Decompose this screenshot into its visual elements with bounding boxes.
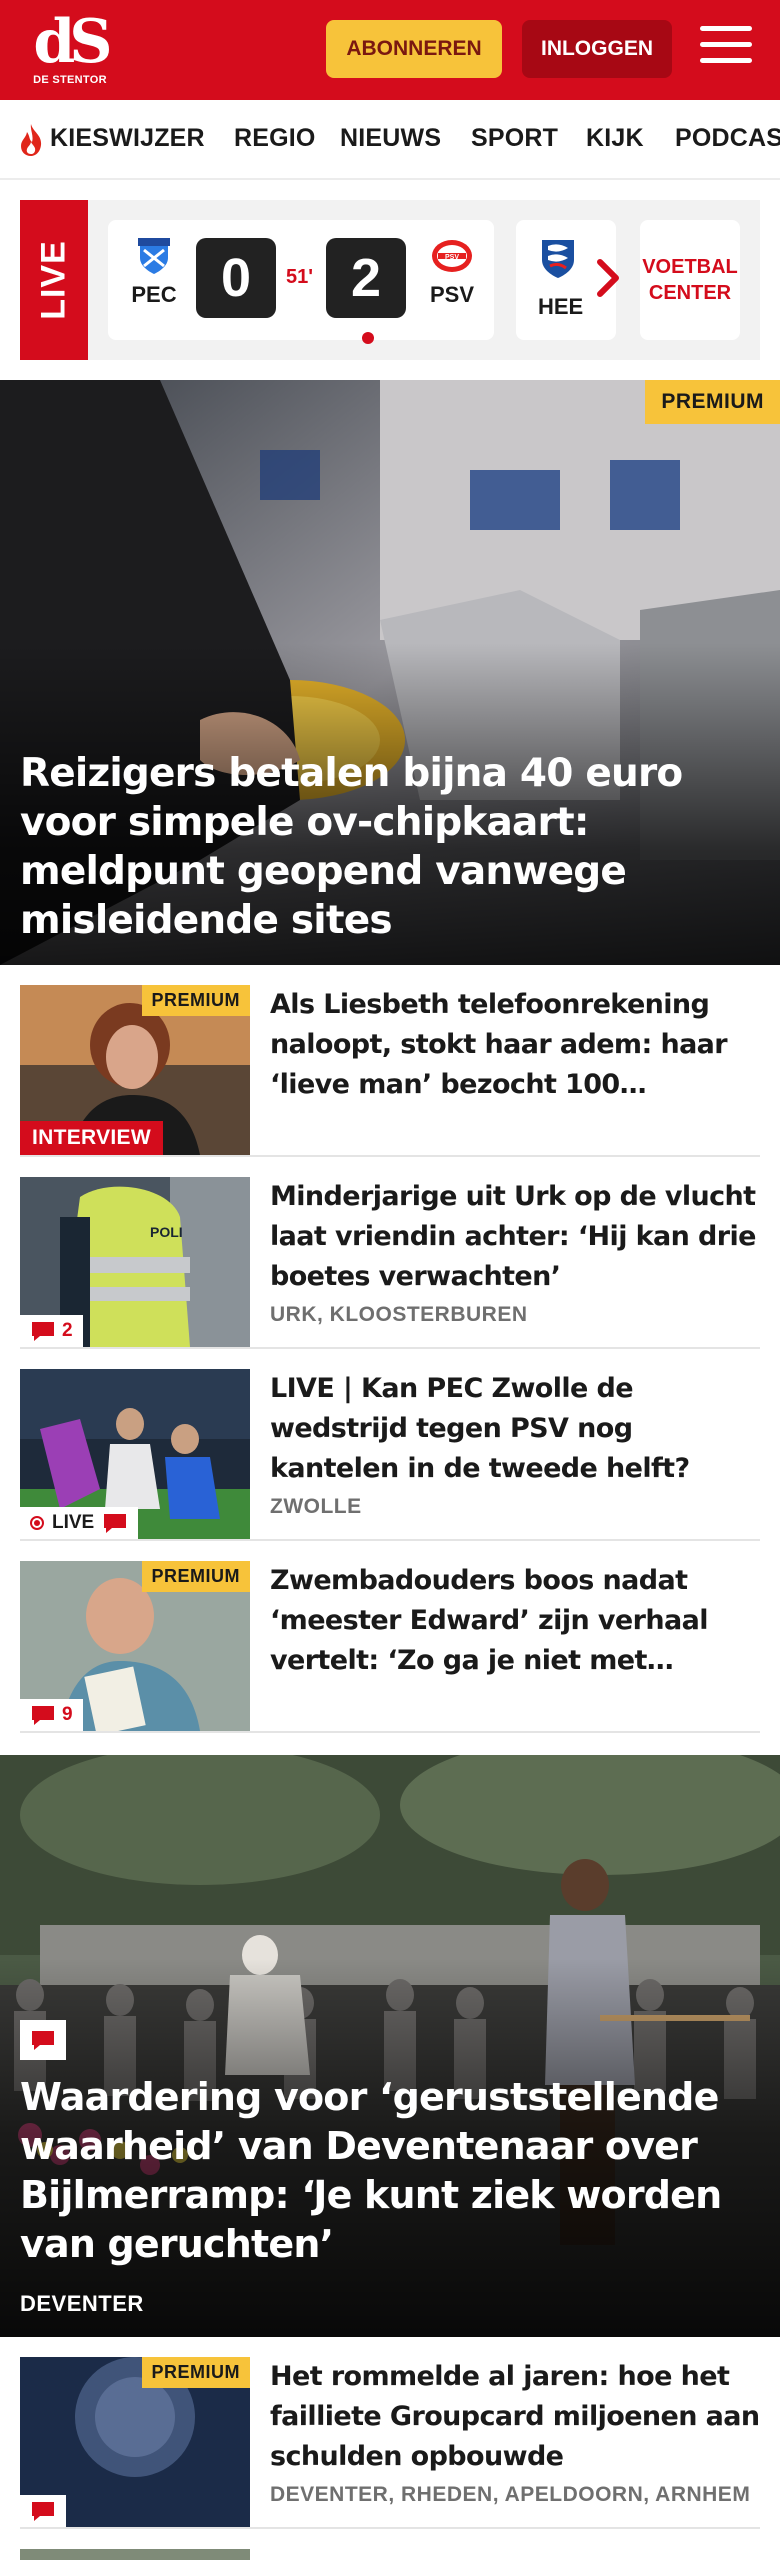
article-thumbnail: PREMIUM 9 <box>20 1561 250 1731</box>
flame-icon <box>21 124 42 156</box>
list-item[interactable]: LIVE LIVE | Kan PEC Zwolle de wedstrijd … <box>20 1349 760 1541</box>
nav-item-podcast[interactable]: PODCAST <box>675 124 780 153</box>
nav-item-nieuws[interactable]: NIEUWS <box>340 124 441 153</box>
logo-subtitle: DE STENTOR <box>33 74 107 86</box>
voetbal-center-button[interactable]: VOETBAL CENTER <box>640 220 740 340</box>
psv-crest-icon: PSV <box>432 240 472 272</box>
feature-location: DEVENTER <box>20 2291 144 2316</box>
list-item[interactable]: PREMIUM Het rommelde al jaren: hoe het f… <box>20 2337 760 2529</box>
hero-title: Reizigers betalen bijna 40 euro voor sim… <box>20 751 683 943</box>
article-thumbnail: PREMIUM INTERVIEW <box>20 985 250 1155</box>
comment-count[interactable] <box>20 2495 66 2527</box>
pec-crest-icon <box>138 238 170 274</box>
away-team: PSV PSV <box>428 236 476 308</box>
article-title: Zwembadouders boos nadat ‘meester Edward… <box>270 1565 708 1676</box>
logo-mark: dS <box>33 7 112 77</box>
svg-text:PSV: PSV <box>445 254 459 261</box>
interview-label: INTERVIEW <box>20 1121 163 1155</box>
comment-icon <box>32 2031 54 2050</box>
comment-count-value: 9 <box>62 1704 73 1725</box>
comment-count[interactable]: 2 <box>20 1315 83 1347</box>
article-thumbnail: POLI 2 <box>20 1177 250 1347</box>
article-thumbnail: LIVE <box>20 1369 250 1539</box>
nav-item-kijk[interactable]: KIJK <box>586 124 644 153</box>
live-tag: LIVE <box>20 200 88 360</box>
feature-title: Waardering voor ‘geruststellende waarhei… <box>20 2075 722 2266</box>
live-indicator-label: LIVE <box>52 1512 95 1533</box>
login-button[interactable]: INLOGGEN <box>522 20 672 78</box>
nav-item-regio[interactable]: REGIO <box>234 124 316 153</box>
away-team-name: PSV <box>429 282 475 307</box>
live-tag-label: LIVE <box>34 240 73 320</box>
goal-indicator <box>362 332 374 344</box>
comment-icon <box>32 2502 54 2521</box>
svg-text:POLI: POLI <box>150 1224 183 1240</box>
hero-article[interactable]: PREMIUM Reizigers betalen bijna 40 euro … <box>0 380 780 965</box>
article-title: Minderjarige uit Urk op de vlucht laat v… <box>270 1181 756 1292</box>
live-dot-icon <box>30 1516 44 1530</box>
comment-count-value: 2 <box>62 1320 73 1341</box>
article-thumbnail: PREMIUM <box>20 2357 250 2527</box>
feature-article[interactable]: Waardering voor ‘geruststellende waarhei… <box>0 1755 780 2337</box>
article-location: ZWOLLE <box>270 1495 362 1518</box>
premium-badge: PREMIUM <box>645 380 780 424</box>
match-minute: 51' <box>286 266 314 288</box>
live-scores-strip: LIVE PEC 0 51' 2 PSV PSV HEE VOETBAL CEN… <box>20 200 760 360</box>
site-logo[interactable]: dS DE STENTOR <box>28 7 113 90</box>
comment-icon <box>32 1706 54 1725</box>
premium-badge: PREMIUM <box>141 985 250 1016</box>
comment-count[interactable]: 9 <box>20 1699 83 1731</box>
next-article-thumbnail <box>20 2549 250 2560</box>
home-score: 0 <box>196 238 276 318</box>
comment-button[interactable] <box>20 2020 66 2060</box>
article-title: Als Liesbeth telefoonrekening naloopt, s… <box>270 989 728 1100</box>
list-item[interactable]: POLI 2 Minderjarige uit Urk op de vlucht… <box>20 1157 760 1349</box>
home-team: PEC <box>130 236 178 308</box>
article-title: LIVE | Kan PEC Zwolle de wedstrijd tegen… <box>270 1373 690 1484</box>
list-item[interactable]: PREMIUM 9 Zwembadouders boos nadat ‘mees… <box>20 1541 760 1733</box>
next-team-name: HEE <box>538 294 584 319</box>
match-card[interactable]: PEC 0 51' 2 PSV PSV <box>108 220 494 344</box>
subscribe-button[interactable]: ABONNEREN <box>326 20 502 78</box>
hamburger-icon[interactable] <box>700 26 752 72</box>
section-nav: KIESWIJZER REGIO NIEUWS SPORT KIJK PODCA… <box>0 100 780 180</box>
comment-icon <box>32 1322 54 1341</box>
nav-item-sport[interactable]: SPORT <box>471 124 558 153</box>
article-location: URK, KLOOSTERBUREN <box>270 1303 528 1326</box>
nav-item-kieswijzer[interactable]: KIESWIJZER <box>50 124 205 153</box>
chevron-right-icon[interactable] <box>592 256 622 300</box>
premium-badge: PREMIUM <box>141 1561 250 1592</box>
list-item[interactable]: PREMIUM INTERVIEW Als Liesbeth telefoonr… <box>20 965 760 1157</box>
article-location: DEVENTER, RHEDEN, APELDOORN, ARNHEM <box>270 2483 751 2506</box>
top-bar: dS DE STENTOR ABONNEREN INLOGGEN <box>0 0 780 100</box>
live-indicator: LIVE <box>20 1507 139 1539</box>
home-team-name: PEC <box>131 282 177 307</box>
premium-badge: PREMIUM <box>141 2357 250 2388</box>
article-title: Het rommelde al jaren: hoe het failliete… <box>270 2361 760 2472</box>
heerenveen-crest-icon <box>542 240 574 278</box>
away-score: 2 <box>326 238 406 318</box>
comment-icon <box>104 1514 127 1533</box>
